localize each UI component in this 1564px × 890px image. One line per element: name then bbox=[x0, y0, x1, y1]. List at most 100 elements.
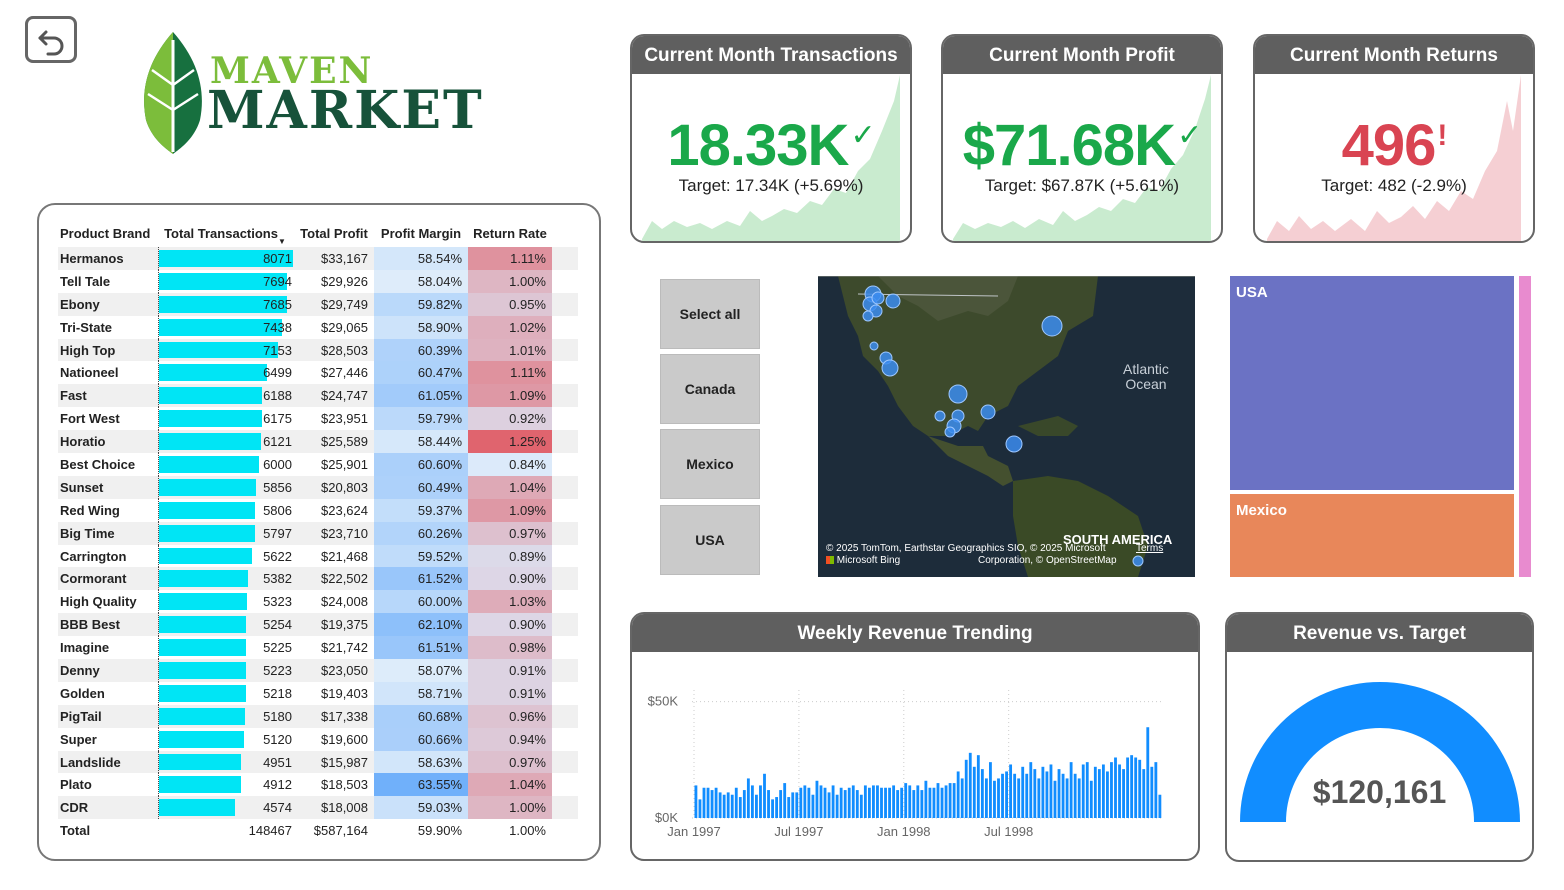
revenue-bar[interactable] bbox=[980, 769, 984, 818]
revenue-bar[interactable] bbox=[916, 785, 920, 818]
revenue-bar[interactable] bbox=[1122, 769, 1125, 818]
revenue-bar[interactable] bbox=[1025, 773, 1029, 818]
revenue-bar[interactable] bbox=[763, 773, 766, 818]
revenue-bar[interactable] bbox=[823, 787, 827, 818]
revenue-bar[interactable] bbox=[1073, 773, 1077, 818]
store-point[interactable] bbox=[980, 404, 996, 420]
table-row[interactable]: Best Choice 6000 $25,901 60.60% 0.84% bbox=[58, 453, 578, 476]
header-profit[interactable]: Total Profit bbox=[294, 226, 374, 241]
revenue-bar[interactable] bbox=[993, 780, 996, 818]
slicer-mexico[interactable]: Mexico bbox=[660, 429, 760, 499]
revenue-bar[interactable] bbox=[710, 790, 714, 818]
revenue-bar[interactable] bbox=[722, 794, 726, 818]
store-point[interactable] bbox=[862, 310, 874, 322]
table-row[interactable]: Tell Tale 7694 $29,926 58.04% 1.00% bbox=[58, 269, 578, 293]
revenue-bar[interactable] bbox=[960, 778, 964, 818]
revenue-bar[interactable] bbox=[702, 787, 706, 818]
revenue-bar[interactable] bbox=[831, 785, 835, 818]
kpi-card-profit[interactable]: Current Month Profit $71.68K✓ Target: $6… bbox=[941, 34, 1223, 243]
revenue-bar[interactable] bbox=[1045, 771, 1049, 818]
table-row[interactable]: Horatio 6121 $25,589 58.44% 1.25% bbox=[58, 430, 578, 454]
store-point[interactable] bbox=[885, 293, 901, 309]
revenue-bar[interactable] bbox=[835, 794, 839, 818]
table-row[interactable]: Carrington 5622 $21,468 59.52% 0.89% bbox=[58, 544, 578, 568]
revenue-bar[interactable] bbox=[795, 792, 799, 818]
header-brand[interactable]: Product Brand bbox=[58, 226, 158, 241]
slicer-usa[interactable]: USA bbox=[660, 505, 760, 575]
table-row[interactable]: Nationeel 6499 $27,446 60.47% 1.11% bbox=[58, 361, 578, 385]
kpi-card-returns[interactable]: Current Month Returns 496! Target: 482 (… bbox=[1253, 34, 1535, 243]
revenue-bar[interactable] bbox=[1065, 778, 1069, 818]
revenue-bar[interactable] bbox=[1009, 764, 1013, 818]
table-row[interactable]: Tri-State 7438 $29,065 58.90% 1.02% bbox=[58, 315, 578, 339]
revenue-bar[interactable] bbox=[956, 771, 960, 818]
revenue-bar[interactable] bbox=[867, 787, 871, 818]
revenue-bar[interactable] bbox=[984, 778, 988, 818]
store-point[interactable] bbox=[1041, 315, 1063, 337]
revenue-bar[interactable] bbox=[730, 794, 734, 818]
header-margin[interactable]: Profit Margin bbox=[374, 219, 468, 247]
revenue-bar[interactable] bbox=[1037, 778, 1041, 818]
table-row[interactable]: Golden 5218 $19,403 58.71% 0.91% bbox=[58, 681, 578, 705]
revenue-bar[interactable] bbox=[1154, 762, 1158, 818]
revenue-bar[interactable] bbox=[738, 797, 742, 818]
table-row[interactable]: Fast 6188 $24,747 61.05% 1.09% bbox=[58, 384, 578, 408]
revenue-bar[interactable] bbox=[847, 787, 851, 818]
revenue-bar[interactable] bbox=[799, 787, 803, 818]
table-row[interactable]: Cormorant 5382 $22,502 61.52% 0.90% bbox=[58, 567, 578, 591]
revenue-bar[interactable] bbox=[948, 783, 952, 818]
revenue-bar[interactable] bbox=[1013, 773, 1017, 818]
table-row[interactable]: High Top 7153 $28,503 60.39% 1.01% bbox=[58, 338, 578, 362]
treemap-usa[interactable]: USA bbox=[1230, 276, 1514, 490]
table-row[interactable]: Red Wing 5806 $23,624 59.37% 1.09% bbox=[58, 498, 578, 522]
revenue-gauge[interactable] bbox=[1227, 652, 1534, 862]
revenue-bar[interactable] bbox=[880, 787, 883, 818]
revenue-bar[interactable] bbox=[1114, 757, 1117, 818]
revenue-bar[interactable] bbox=[775, 797, 779, 818]
revenue-bar[interactable] bbox=[1093, 766, 1097, 818]
table-row[interactable]: Hermanos 8071 $33,167 58.54% 1.11% bbox=[58, 247, 578, 270]
map-terms-link[interactable]: Terms bbox=[1136, 543, 1163, 554]
revenue-bar[interactable] bbox=[1021, 766, 1025, 818]
store-point[interactable] bbox=[934, 410, 946, 422]
header-transactions[interactable]: Total Transactions ▼ bbox=[158, 219, 294, 247]
revenue-bar[interactable] bbox=[742, 790, 746, 818]
revenue-bar[interactable] bbox=[940, 787, 944, 818]
table-row[interactable]: BBB Best 5254 $19,375 62.10% 0.90% bbox=[58, 613, 578, 637]
revenue-bar[interactable] bbox=[892, 785, 896, 818]
revenue-bar[interactable] bbox=[936, 783, 940, 818]
revenue-bar[interactable] bbox=[896, 790, 900, 818]
treemap-mexico[interactable]: Mexico bbox=[1230, 494, 1514, 577]
revenue-bar[interactable] bbox=[855, 790, 859, 818]
revenue-bar[interactable] bbox=[791, 792, 795, 818]
revenue-bar[interactable] bbox=[1057, 769, 1061, 818]
revenue-bar[interactable] bbox=[968, 752, 972, 818]
table-row[interactable]: Sunset 5856 $20,803 60.49% 1.04% bbox=[58, 475, 578, 499]
revenue-bar[interactable] bbox=[1097, 769, 1101, 818]
revenue-bar[interactable] bbox=[1069, 762, 1073, 818]
revenue-bar[interactable] bbox=[1061, 773, 1065, 818]
header-return-rate[interactable]: Return Rate bbox=[468, 219, 552, 247]
table-row[interactable]: Ebony 7685 $29,749 59.82% 0.95% bbox=[58, 292, 578, 316]
store-map[interactable]: Atlantic Ocean SOUTH AMERICA © 2025 TomTo… bbox=[818, 276, 1195, 577]
revenue-bar[interactable] bbox=[952, 783, 956, 818]
revenue-bar[interactable] bbox=[1118, 764, 1121, 818]
revenue-bar[interactable] bbox=[972, 766, 976, 818]
back-button[interactable] bbox=[25, 16, 77, 63]
table-row[interactable]: Denny 5223 $23,050 58.07% 0.91% bbox=[58, 659, 578, 682]
revenue-bar[interactable] bbox=[863, 785, 867, 818]
revenue-bar[interactable] bbox=[734, 787, 738, 818]
revenue-bar[interactable] bbox=[803, 785, 807, 818]
revenue-bar[interactable] bbox=[976, 755, 980, 818]
revenue-bar[interactable] bbox=[859, 794, 863, 818]
store-point[interactable] bbox=[871, 291, 885, 305]
revenue-bar[interactable] bbox=[989, 762, 992, 818]
revenue-bar[interactable] bbox=[787, 797, 791, 818]
revenue-bar[interactable] bbox=[1005, 771, 1008, 818]
revenue-bar[interactable] bbox=[827, 792, 831, 818]
revenue-bar[interactable] bbox=[811, 794, 815, 818]
revenue-bar[interactable] bbox=[1089, 780, 1093, 818]
revenue-bar[interactable] bbox=[904, 783, 908, 818]
revenue-bar[interactable] bbox=[884, 787, 887, 818]
table-row[interactable]: Big Time 5797 $23,710 60.26% 0.97% bbox=[58, 521, 578, 545]
